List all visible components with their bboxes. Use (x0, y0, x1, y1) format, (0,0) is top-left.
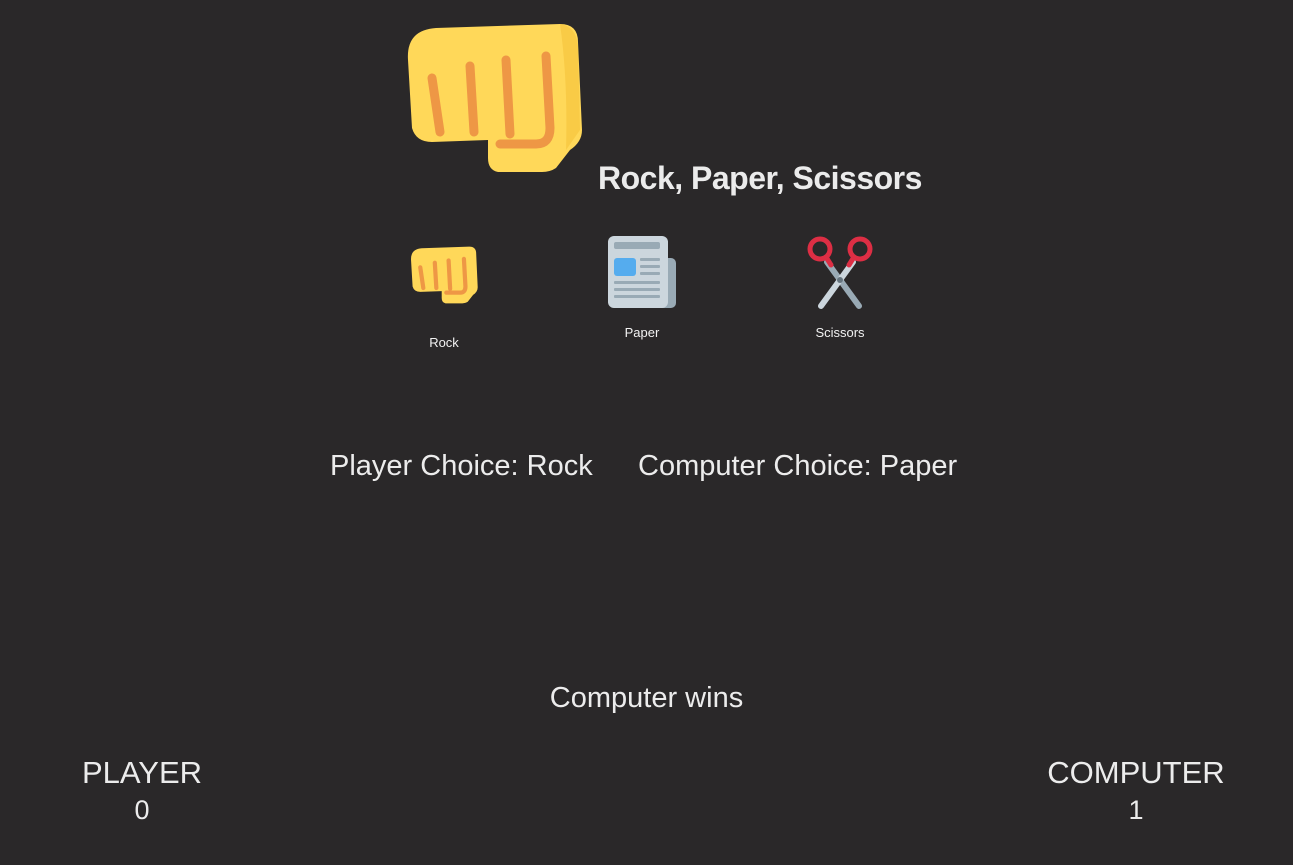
player-choice-text: Player Choice: Rock (330, 450, 593, 482)
scissors-icon (780, 234, 900, 310)
scissors-label: Scissors (815, 325, 865, 340)
computer-choice-text: Computer Choice: Paper (638, 450, 958, 482)
round-result: Computer wins (549, 682, 744, 714)
page-title: Rock, Paper, Scissors (598, 160, 922, 196)
player-score-value: 0 (134, 795, 150, 825)
fist-icon (384, 244, 504, 320)
computer-score-value: 1 (1128, 795, 1144, 825)
player-score-block: PLAYER 0 (72, 755, 212, 826)
computer-score-label: COMPUTER (1047, 755, 1225, 790)
game-screen: Rock, Paper, Scissors Rock Paper Scissor… (0, 0, 1293, 865)
paper-label: Paper (624, 325, 660, 340)
player-score-label: PLAYER (81, 755, 203, 790)
rock-label: Rock (429, 335, 459, 350)
paper-choice-button[interactable]: Paper (582, 234, 702, 346)
rock-choice-button[interactable]: Rock (384, 234, 504, 350)
newspaper-icon (582, 234, 702, 310)
fist-icon (400, 20, 588, 176)
computer-score-block: COMPUTER 1 (1036, 755, 1236, 826)
scissors-choice-button[interactable]: Scissors (780, 234, 900, 346)
